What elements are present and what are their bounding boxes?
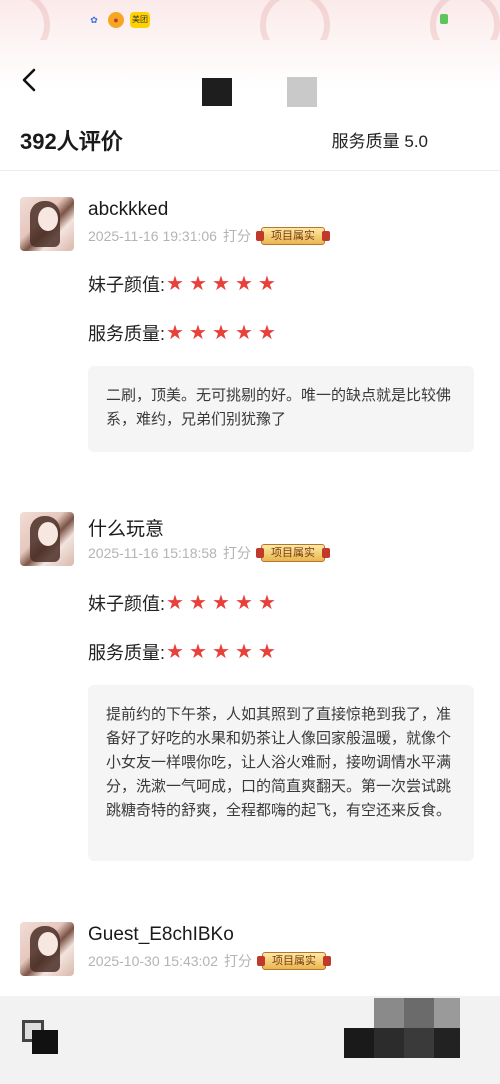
star-rating: ★ ★ ★ ★ ★ [166,591,277,614]
star-icon: ★ [166,640,184,663]
star-icon: ★ [235,591,253,614]
back-button[interactable] [16,66,44,94]
review-meta: 2025-11-16 15:18:58 打分 项目属实 [88,543,330,563]
star-icon: ★ [166,272,184,295]
review-comment: 提前约的下午茶，人如其照到了直接惊艳到我了，准备好了好吃的水果和奶茶让人像回家般… [88,685,474,861]
rating-appearance: 妹子颜值: ★ ★ ★ ★ ★ [88,271,277,297]
rating-label: 妹子颜值: [88,594,166,614]
battery-icon [440,14,448,24]
star-icon: ★ [235,272,253,295]
star-icon: ★ [235,640,253,663]
header: 392人评价 服务质量 5.0 [0,40,500,170]
avatar[interactable] [20,922,74,976]
redacted-image [287,77,317,107]
star-icon: ★ [189,591,207,614]
star-icon: ★ [166,591,184,614]
avatar[interactable] [20,512,74,566]
review-comment: 二刷，顶美。无可挑剔的好。唯一的缺点就是比较佛系，难约，兄弟们别犹豫了 [88,366,474,452]
rating-service: 服务质量: ★ ★ ★ ★ ★ [88,320,277,346]
redacted-block [404,998,434,1028]
star-icon: ★ [212,321,230,344]
star-rating: ★ ★ ★ ★ ★ [166,321,277,344]
rated-label: 打分 [224,953,252,969]
star-rating: ★ ★ ★ ★ ★ [166,272,277,295]
redacted-block [434,998,460,1028]
bottom-action-bar [0,996,500,1084]
header-background [0,40,500,90]
redacted-block[interactable] [374,1028,404,1058]
divider [0,170,500,171]
redacted-block[interactable] [404,1028,434,1058]
review-count-title: 392人评价 [20,129,123,154]
timestamp: 2025-10-30 15:43:02 [88,953,218,969]
star-icon: ★ [189,272,207,295]
avatar-face [38,207,58,231]
back-arrow-icon [22,68,36,92]
rating-label: 妹子颜值: [88,275,166,295]
star-icon: ★ [212,640,230,663]
star-icon: ★ [212,272,230,295]
star-icon: ★ [235,321,253,344]
rating-service: 服务质量: ★ ★ ★ ★ ★ [88,639,277,665]
verified-badge: 项目属实 [255,544,330,562]
username[interactable]: Guest_E8chIBKo [88,924,234,946]
avatar-face [38,932,58,956]
timestamp: 2025-11-16 19:31:06 [88,228,217,244]
service-quality-score: 服务质量 5.0 [331,132,428,151]
timestamp: 2025-11-16 15:18:58 [88,545,217,561]
meituan-icon: 美团 [130,12,150,28]
weibo-icon: ● [108,12,124,28]
star-icon: ★ [166,321,184,344]
icon-part [32,1030,58,1054]
verified-badge: 项目属实 [255,227,330,245]
username[interactable]: abckkked [88,199,168,221]
star-icon: ★ [258,591,276,614]
star-icon: ★ [189,321,207,344]
star-icon: ★ [189,640,207,663]
star-icon: ★ [258,321,276,344]
star-icon: ★ [212,591,230,614]
verified-badge: 项目属实 [257,952,331,970]
baidu-icon: ✿ [90,15,98,25]
username[interactable]: 什么玩意 [88,514,164,541]
star-icon: ★ [258,272,276,295]
review-meta: 2025-10-30 15:43:02 打分 项目属实 [88,951,331,971]
star-icon: ★ [258,640,276,663]
avatar-face [38,522,58,546]
notification-icons: ✿ ● 美团 [86,12,150,28]
review-meta: 2025-11-16 19:31:06 打分 项目属实 [88,226,330,246]
redacted-block[interactable] [434,1028,460,1058]
redacted-block [374,998,404,1028]
rating-appearance: 妹子颜值: ★ ★ ★ ★ ★ [88,590,277,616]
rated-label: 打分 [222,228,251,244]
redacted-block[interactable] [344,1028,374,1058]
rating-label: 服务质量: [88,643,166,663]
share-icon[interactable] [22,1020,58,1054]
avatar[interactable] [20,197,74,251]
rating-label: 服务质量: [88,324,166,344]
status-bar: ✿ ● 美团 [0,0,500,60]
rated-label: 打分 [222,545,251,561]
star-rating: ★ ★ ★ ★ ★ [166,640,277,663]
redacted-image [202,78,232,106]
